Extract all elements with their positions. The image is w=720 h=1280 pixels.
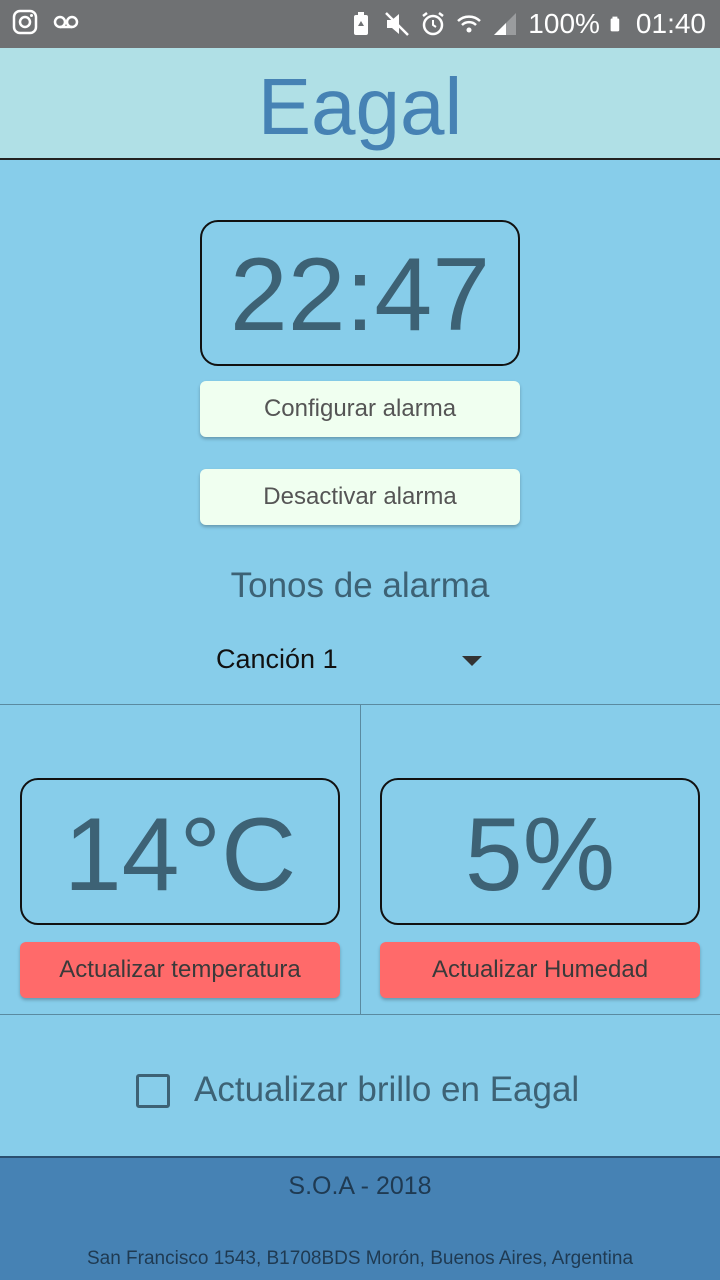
footer: S.O.A - 2018 San Francisco 1543, B1708BD… xyxy=(0,1156,720,1280)
humidity-value: 5% xyxy=(464,797,616,913)
brightness-checkbox[interactable] xyxy=(136,1074,170,1108)
update-humidity-button[interactable]: Actualizar Humedad xyxy=(380,942,700,998)
deactivate-alarm-button[interactable]: Desactivar alarma xyxy=(200,469,520,525)
app-header: Eagal xyxy=(0,48,720,160)
status-bar-left xyxy=(12,9,80,35)
battery-saver-icon xyxy=(354,12,369,35)
clock-time: 01:40 xyxy=(635,8,706,39)
mute-icon xyxy=(385,12,410,36)
temperature-value: 14°C xyxy=(63,797,297,913)
temperature-display: 14°C xyxy=(20,778,340,925)
app-title: Eagal xyxy=(257,62,463,151)
alarm-icon xyxy=(422,12,445,36)
status-bar-right: 100% 01:40 xyxy=(348,6,706,42)
humidity-display: 5% xyxy=(380,778,700,925)
wifi-icon xyxy=(457,15,482,33)
footer-address: San Francisco 1543, B1708BDS Morón, Buen… xyxy=(86,1248,634,1269)
voicemail-icon xyxy=(53,15,79,29)
dropdown-arrow-icon xyxy=(462,656,482,666)
battery-percentage: 100% xyxy=(528,8,600,39)
instagram-icon xyxy=(12,9,38,35)
signal-icon xyxy=(494,13,517,35)
alarm-time-value: 22:47 xyxy=(229,237,491,353)
alarm-tones-title: Tonos de alarma xyxy=(230,566,490,605)
update-temperature-button[interactable]: Actualizar temperatura xyxy=(20,942,340,998)
alarm-tone-selected: Canción 1 xyxy=(216,644,338,674)
grid-divider-bottom xyxy=(0,1014,720,1015)
alarm-tone-dropdown[interactable]: Canción 1 xyxy=(200,636,500,686)
footer-title: S.O.A - 2018 xyxy=(288,1172,432,1200)
battery-icon xyxy=(610,16,620,32)
grid-divider-middle xyxy=(360,704,361,1015)
brightness-checkbox-label: Actualizar brillo en Eagal xyxy=(194,1070,580,1109)
alarm-time-display: 22:47 xyxy=(200,220,520,366)
configure-alarm-button[interactable]: Configurar alarma xyxy=(200,381,520,437)
brightness-checkbox-row[interactable]: Actualizar brillo en Eagal xyxy=(134,1068,614,1116)
status-bar: 100% 01:40 xyxy=(0,0,720,48)
